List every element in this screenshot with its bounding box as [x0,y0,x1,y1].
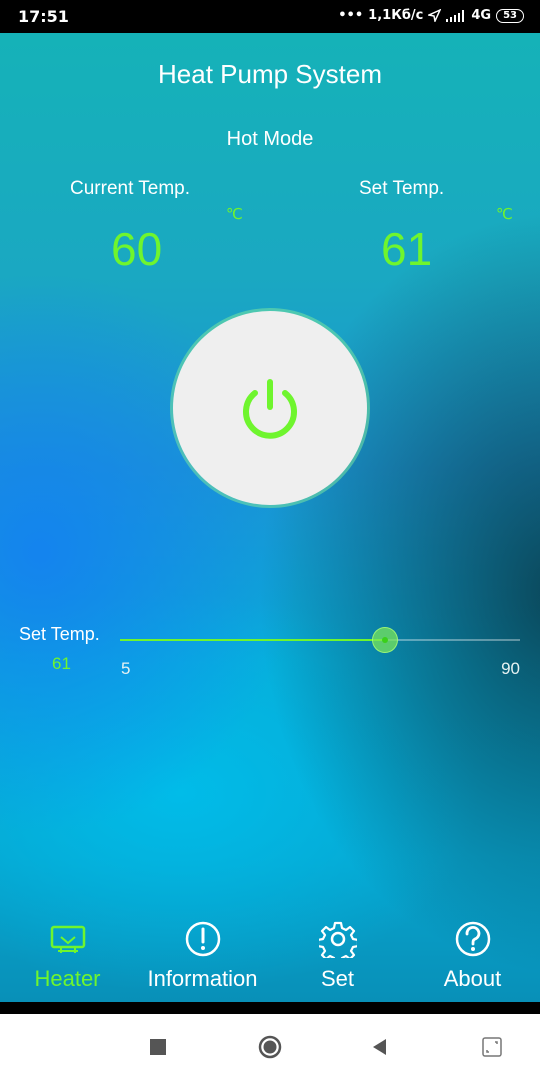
screen-rotate-icon[interactable] [480,1035,504,1059]
status-time: 17:51 [18,7,69,26]
slider-thumb[interactable] [371,627,398,653]
tab-bar: Heater Information Set About [0,912,540,1002]
tab-about[interactable]: About [405,912,540,1002]
tab-label: Set [320,966,355,991]
slider-value: 61 [52,654,71,673]
set-temp-value: 61 [381,223,433,275]
battery-icon: 53 [496,8,524,23]
slider-label: Set Temp. [19,624,100,644]
slider-fill [120,639,384,641]
home-circle-icon[interactable] [258,1035,282,1059]
tab-heater[interactable]: Heater [0,912,135,1002]
gear-icon [318,921,357,958]
info-icon [185,921,220,957]
tab-set[interactable]: Set [270,912,405,1002]
tab-label: Heater [34,966,101,991]
help-icon [455,921,490,957]
power-icon [243,379,297,439]
current-temp-unit: ℃ [226,206,243,223]
slider-min: 5 [121,659,131,678]
status-indicators: ••• 1,1Кб/с 4G 53 [338,8,524,23]
page-title: Heat Pump System [158,59,382,89]
temp-slider[interactable] [120,627,520,653]
location-arrow-icon [428,9,442,22]
back-triangle-icon[interactable] [368,1035,392,1059]
more-dots-icon: ••• [338,8,364,23]
recents-square-icon[interactable] [146,1035,170,1059]
set-temp-label: Set Temp. [359,178,445,199]
tab-information[interactable]: Information [135,912,270,1002]
current-temp-label: Current Temp. [70,178,191,199]
set-temp-unit: ℃ [496,206,513,223]
network-type: 4G [471,8,492,23]
slider-max: 90 [501,659,520,678]
current-temp-value: 60 [111,223,163,275]
tab-label: About [443,966,502,991]
tab-label: Information [147,966,258,991]
heater-icon [50,925,85,953]
status-bar: 17:51 ••• 1,1Кб/с 4G 53 [0,0,540,33]
bottom-strip [0,1002,540,1014]
power-button[interactable] [173,311,367,505]
signal-icon [446,9,465,22]
heat-pump-screen: Heat Pump System Hot Mode Current Temp. … [0,33,540,1002]
network-speed: 1,1Кб/с [368,8,424,23]
mode-label: Hot Mode [226,128,314,150]
system-nav-bar [0,1014,540,1080]
